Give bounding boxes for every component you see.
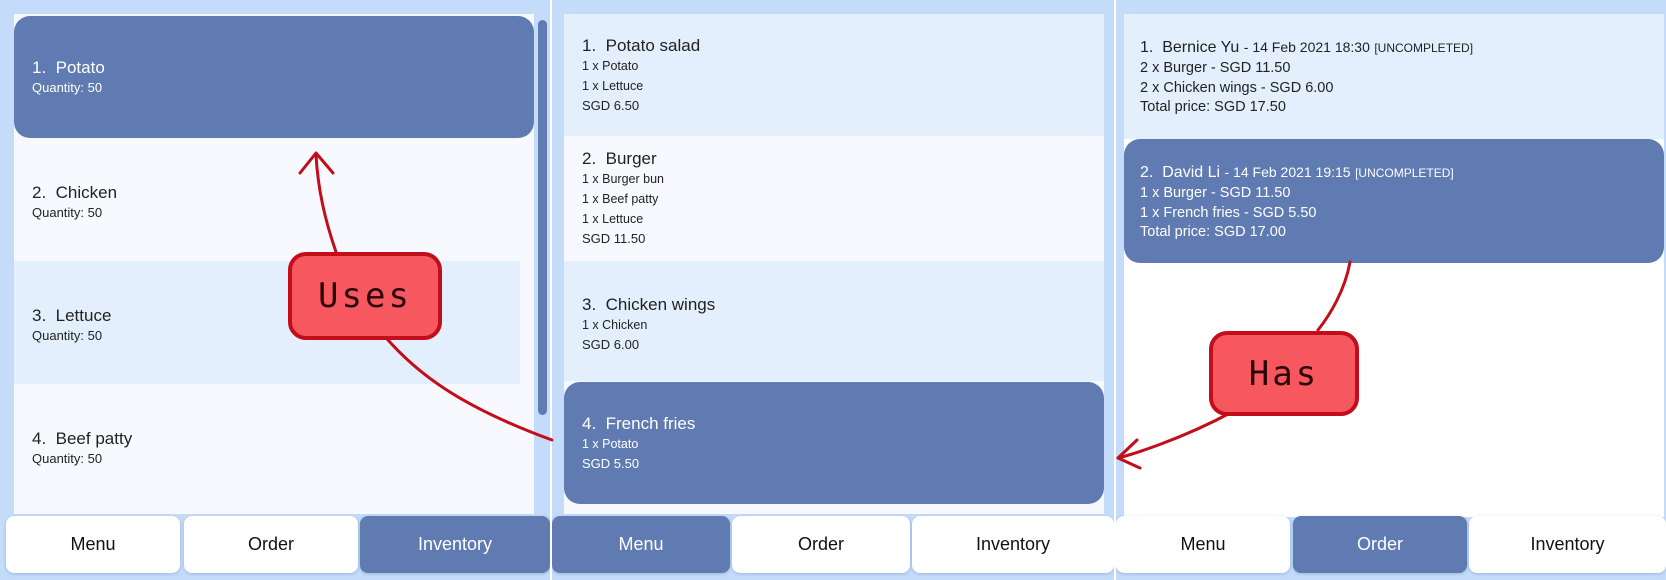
tab-inventory[interactable]: Inventory xyxy=(1469,516,1666,573)
item-title: 1. Potato salad xyxy=(582,36,701,55)
tab-inventory[interactable]: Inventory xyxy=(360,516,550,573)
tab-menu[interactable]: Menu xyxy=(1116,516,1290,573)
order-item-david-li[interactable]: 2. David Li - 14 Feb 2021 19:15 [UNCOMPL… xyxy=(1124,139,1664,263)
order-line: 2 x Burger - SGD 11.50 xyxy=(1140,60,1291,76)
menu-list: 1. Potato salad 1 x Potato 1 x Lettuce S… xyxy=(564,14,1104,514)
item-price: SGD 6.00 xyxy=(582,337,640,352)
tab-order[interactable]: Order xyxy=(732,516,910,573)
inventory-item-chicken[interactable]: 2. Chicken Quantity: 50 xyxy=(14,138,520,261)
customer-name: Bernice Yu xyxy=(1162,39,1240,56)
item-title: 4. Beef patty xyxy=(32,429,133,448)
order-line: 2 x Chicken wings - SGD 6.00 xyxy=(1140,79,1334,96)
order-line: 1 x Burger - SGD 11.50 xyxy=(1140,185,1291,201)
tab-bar: Menu Order Inventory xyxy=(0,516,550,580)
menu-item-french-fries[interactable]: 4. French fries 1 x Potato SGD 5.50 xyxy=(564,382,1104,504)
tab-order[interactable]: Order xyxy=(1293,516,1467,573)
status-badge: [UNCOMPLETED] xyxy=(1374,41,1474,55)
order-item-bernice-yu[interactable]: 1. Bernice Yu - 14 Feb 2021 18:30 [UNCOM… xyxy=(1124,14,1664,139)
order-title: 1. Bernice Yu - 14 Feb 2021 18:30 [UNCOM… xyxy=(1140,39,1474,56)
has-callout: Has xyxy=(1209,331,1359,416)
tab-menu[interactable]: Menu xyxy=(6,516,180,573)
item-title: 2. Burger xyxy=(582,149,657,168)
order-panel: 1. Bernice Yu - 14 Feb 2021 18:30 [UNCOM… xyxy=(1116,0,1666,580)
item-price: SGD 11.50 xyxy=(582,231,646,246)
tab-order[interactable]: Order xyxy=(184,516,358,573)
inventory-item-beef-patty[interactable]: 4. Beef patty Quantity: 50 xyxy=(14,384,520,508)
item-quantity: Quantity: 50 xyxy=(32,451,103,466)
inventory-item-lettuce[interactable]: 3. Lettuce Quantity: 50 xyxy=(14,261,520,384)
ingredient: 1 x Lettuce xyxy=(582,79,644,93)
item-title: 2. Chicken xyxy=(32,183,118,202)
order-line: 1 x French fries - SGD 5.50 xyxy=(1140,204,1317,221)
item-price: SGD 5.50 xyxy=(582,456,640,471)
order-date: - 14 Feb 2021 19:15 xyxy=(1224,164,1351,180)
item-quantity: Quantity: 50 xyxy=(32,328,103,343)
inventory-panel: 1. Potato Quantity: 50 2. Chicken Quanti… xyxy=(0,0,550,580)
order-date: - 14 Feb 2021 18:30 xyxy=(1243,39,1370,55)
order-total: Total price: SGD 17.00 xyxy=(1140,224,1286,240)
customer-name: David Li xyxy=(1162,164,1221,181)
item-title: 4. French fries xyxy=(582,414,696,433)
ingredient: 1 x Burger bun xyxy=(582,172,664,186)
tab-inventory[interactable]: Inventory xyxy=(912,516,1114,573)
ingredient: 1 x Chicken xyxy=(582,318,648,332)
menu-panel: 1. Potato salad 1 x Potato 1 x Lettuce S… xyxy=(552,0,1114,580)
status-badge: [UNCOMPLETED] xyxy=(1355,166,1454,180)
tab-bar: Menu Order Inventory xyxy=(552,516,1114,580)
scrollbar[interactable] xyxy=(538,20,547,415)
item-title: 1. Potato xyxy=(32,58,105,77)
order-title: 2. David Li - 14 Feb 2021 19:15 [UNCOMPL… xyxy=(1140,164,1454,181)
uses-callout: Uses xyxy=(288,252,442,340)
tab-bar: Menu Order Inventory xyxy=(1116,516,1666,580)
ingredient: 1 x Potato xyxy=(582,59,639,73)
item-quantity: Quantity: 50 xyxy=(32,80,103,95)
ingredient: 1 x Lettuce xyxy=(582,212,644,226)
item-price: SGD 6.50 xyxy=(582,98,640,113)
inventory-list: 1. Potato Quantity: 50 2. Chicken Quanti… xyxy=(14,14,534,514)
item-title: 3. Lettuce xyxy=(32,306,112,325)
menu-item-burger[interactable]: 2. Burger 1 x Burger bun 1 x Beef patty … xyxy=(564,136,1104,261)
ingredient: 1 x Potato xyxy=(582,437,639,451)
menu-item-chicken-wings[interactable]: 3. Chicken wings 1 x Chicken SGD 6.00 xyxy=(564,261,1104,381)
ingredient: 1 x Beef patty xyxy=(582,192,659,206)
item-title: 3. Chicken wings xyxy=(582,295,716,314)
menu-item-potato-salad[interactable]: 1. Potato salad 1 x Potato 1 x Lettuce S… xyxy=(564,14,1104,136)
item-quantity: Quantity: 50 xyxy=(32,205,103,220)
tab-menu[interactable]: Menu xyxy=(552,516,730,573)
order-list: 1. Bernice Yu - 14 Feb 2021 18:30 [UNCOM… xyxy=(1124,14,1664,517)
inventory-item-potato[interactable]: 1. Potato Quantity: 50 xyxy=(14,16,534,138)
order-total: Total price: SGD 17.50 xyxy=(1140,99,1286,115)
